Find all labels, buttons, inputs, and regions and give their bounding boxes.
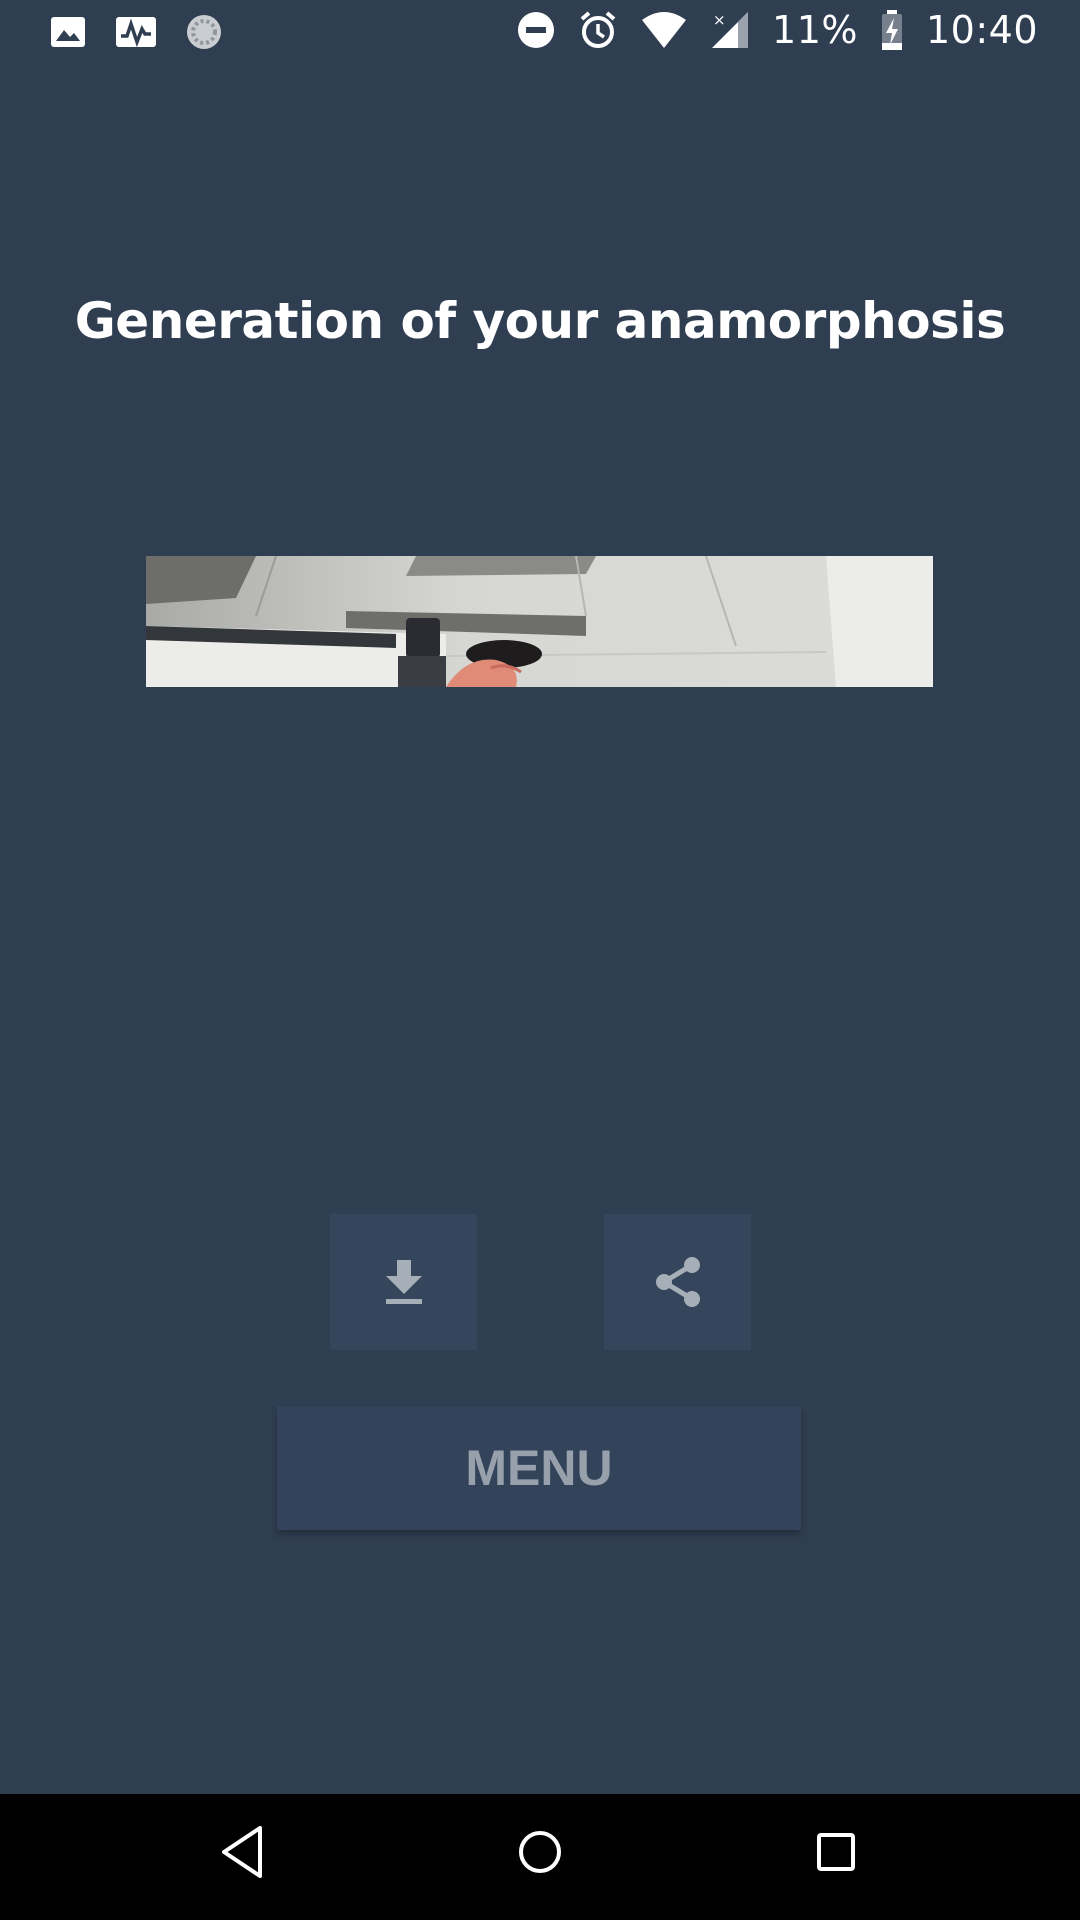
- notification-icons: [48, 12, 224, 52]
- preview-photo: [146, 556, 933, 687]
- back-icon[interactable]: [218, 1822, 266, 1882]
- navigation-bar: [0, 1794, 1080, 1920]
- alarm-icon: [580, 11, 616, 48]
- page-title: Generation of your anamorphosis: [74, 292, 1006, 350]
- download-button[interactable]: [330, 1214, 477, 1350]
- do-not-disturb-icon: [518, 12, 555, 48]
- recents-icon[interactable]: [812, 1822, 864, 1882]
- activity-icon: [116, 17, 156, 48]
- signal-icon: ×: [712, 11, 749, 48]
- wifi-icon: [642, 12, 687, 48]
- battery-charging-icon: [881, 10, 902, 50]
- share-icon: [655, 1257, 700, 1307]
- battery-percent: 11%: [772, 8, 858, 52]
- clock: 10:40: [925, 8, 1038, 52]
- system-status: × 11% 10:40: [516, 8, 1038, 52]
- download-icon: [385, 1260, 422, 1304]
- image-icon: [51, 17, 85, 47]
- sync-spinner-icon: [187, 15, 221, 49]
- menu-button[interactable]: MENU: [277, 1406, 801, 1530]
- status-bar: × 11% 10:40: [0, 0, 1080, 63]
- share-button[interactable]: [604, 1214, 751, 1350]
- anamorphosis-preview-image: [146, 556, 933, 687]
- svg-text:×: ×: [713, 11, 726, 29]
- home-icon[interactable]: [515, 1822, 565, 1882]
